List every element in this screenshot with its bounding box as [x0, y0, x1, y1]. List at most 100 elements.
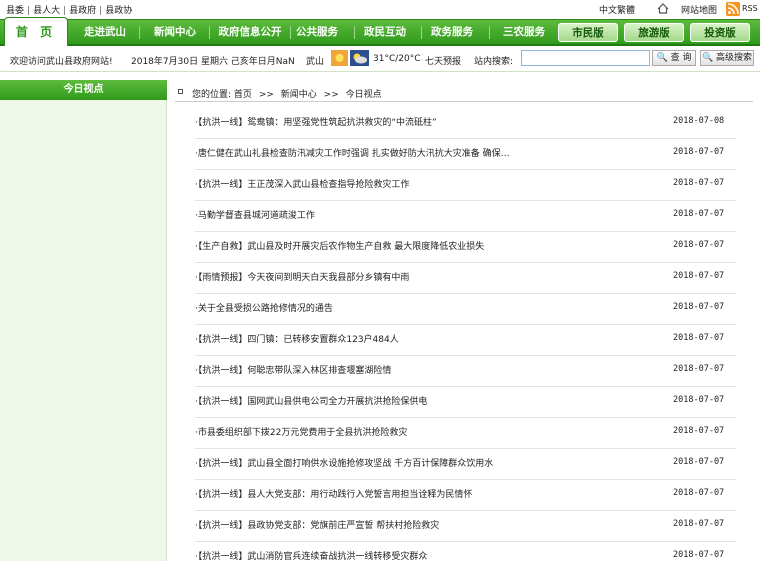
sidebar-title: 今日视点	[0, 80, 167, 100]
news-item: ·唐仁健在武山礼县检查防汛减灾工作时强调 扎实做好防大汛抗大灾准备 确保… 201…	[195, 139, 736, 170]
info-bar: 欢迎访问武山县政府网站! 2018年7月30日 星期六 己亥年日月NaN 武山 …	[0, 46, 760, 72]
nav-item-home[interactable]: 首 页	[4, 17, 68, 47]
nav-item-about-wushan[interactable]: 走进武山	[76, 20, 134, 45]
news-date: 2018-07-07	[673, 333, 725, 343]
news-date: 2018-07-07	[673, 488, 725, 498]
top-links: 县委 | 县人大 | 县政府 | 县政协	[6, 3, 132, 16]
nav-separator	[421, 26, 422, 39]
top-link-government[interactable]: 县政府	[69, 6, 96, 16]
news-item: ·【生产自救】武山县及时开展灾后农作物生产自救 最大限度降低农业损失 2018-0…	[195, 232, 736, 263]
nav-item-public-service[interactable]: 公共服务	[289, 20, 345, 45]
news-title-link[interactable]: ·【抗洪一线】武山县全面打响供水设施抢修攻坚战 千方百计保障群众饮用水	[195, 456, 665, 469]
sidebar: 今日视点	[0, 80, 167, 561]
breadcrumb-bullet-icon	[178, 89, 183, 94]
breadcrumb-separator: >>	[258, 90, 274, 100]
home-icon	[657, 3, 669, 14]
news-title-link[interactable]: ·【生产自救】武山县及时开展灾后农作物生产自救 最大限度降低农业损失	[195, 239, 665, 252]
news-date: 2018-07-07	[673, 302, 725, 312]
news-date: 2018-07-07	[673, 240, 725, 250]
news-date: 2018-07-07	[673, 364, 725, 374]
search-label: 站内搜索:	[474, 57, 514, 67]
separator: |	[63, 6, 67, 16]
news-title-link[interactable]: ·【抗洪一线】何聪忠带队深入林区排查堰塞湖险情	[195, 363, 665, 376]
news-item: ·【抗洪一线】鸳鸯镇：用坚强党性筑起抗洪救灾的“中流砥柱” 2018-07-08	[195, 108, 736, 139]
news-date: 2018-07-08	[673, 116, 725, 126]
breadcrumb-separator: >>	[323, 90, 339, 100]
news-item: ·【抗洪一线】四门镇：已转移安置群众123户484人 2018-07-07	[195, 325, 736, 356]
sitemap-link[interactable]: 网站地图	[681, 3, 717, 16]
language-switch-link[interactable]: 中文繁體	[599, 3, 635, 16]
news-item: ·市县委组织部下拨22万元党费用于全县抗洪抢险救灾 2018-07-07	[195, 418, 736, 449]
top-utility-bar: 县委 | 县人大 | 县政府 | 县政协 中文繁體 网站地图 RSS	[0, 0, 760, 19]
news-item: ·关于全县受损公路抢修情况的通告 2018-07-07	[195, 294, 736, 325]
news-item: ·【抗洪一线】国网武山县供电公司全力开展抗洪抢险保供电 2018-07-07	[195, 387, 736, 418]
news-date: 2018-07-07	[673, 519, 725, 529]
news-date: 2018-07-07	[673, 178, 725, 188]
news-item: ·【抗洪一线】武山县全面打响供水设施抢修攻坚战 千方百计保障群众饮用水 2018-…	[195, 449, 736, 480]
breadcrumb-item-home[interactable]: 首页	[234, 90, 252, 100]
nav-separator	[354, 26, 355, 39]
news-title-link[interactable]: ·【抗洪一线】县人大党支部：用行动践行入党誓言用担当诠释为民情怀	[195, 487, 665, 500]
nav-item-gov-service[interactable]: 政务服务	[424, 20, 480, 45]
news-title-link[interactable]: ·【抗洪一线】县政协党支部：党旗前庄严宣誓 帮扶村抢险救灾	[195, 518, 665, 531]
search-input[interactable]	[521, 50, 650, 66]
nav-separator	[489, 26, 490, 39]
breadcrumb-prefix: 您的位置:	[192, 90, 232, 100]
breadcrumb-item-current: 今日视点	[345, 90, 382, 100]
news-title-link[interactable]: ·【抗洪一线】武山消防官兵连续奋战抗洪一线转移受灾群众	[195, 549, 665, 561]
news-title-link[interactable]: ·唐仁健在武山礼县检查防汛减灾工作时强调 扎实做好防大汛抗大灾准备 确保…	[195, 146, 665, 159]
news-date: 2018-07-07	[673, 426, 725, 436]
rss-label[interactable]: RSS	[742, 4, 758, 13]
citizen-version-button[interactable]: 市民版	[558, 23, 618, 42]
nav-item-news-center[interactable]: 新闻中心	[146, 20, 204, 45]
news-date: 2018-07-07	[673, 209, 725, 219]
top-link-party-committee[interactable]: 县委	[6, 6, 24, 16]
news-title-link[interactable]: ·【抗洪一线】四门镇：已转移安置群众123户484人	[195, 332, 665, 345]
date-text: 2018年7月30日 星期六 己亥年日月NaN	[131, 57, 295, 67]
nav-item-gov-info[interactable]: 政府信息公开	[212, 20, 288, 45]
news-item: ·【抗洪一线】县政协党支部：党旗前庄严宣誓 帮扶村抢险救灾 2018-07-07	[195, 511, 736, 542]
news-date: 2018-07-07	[673, 271, 725, 281]
news-item: ·【抗洪一线】武山消防官兵连续奋战抗洪一线转移受灾群众 2018-07-07	[195, 542, 736, 561]
news-item: ·【抗洪一线】王正茂深入武山县检查指导抢险救灾工作 2018-07-07	[195, 170, 736, 201]
breadcrumb: 您的位置: 首页 >> 新闻中心 >> 今日视点	[175, 80, 753, 102]
news-title-link[interactable]: ·【抗洪一线】国网武山县供电公司全力开展抗洪抢险保供电	[195, 394, 665, 407]
temperature: 31°C/20°C	[373, 54, 421, 64]
news-item: ·【抗洪一线】何聪忠带队深入林区排查堰塞湖险情 2018-07-07	[195, 356, 736, 387]
nav-separator	[209, 26, 210, 39]
separator: |	[27, 6, 31, 16]
nav-item-interaction[interactable]: 政民互动	[357, 20, 413, 45]
news-title-link[interactable]: ·马勤学督查县城河道疏浚工作	[195, 208, 665, 221]
top-link-cppcc[interactable]: 县政协	[105, 6, 132, 16]
separator: |	[99, 6, 103, 16]
nav-separator	[139, 26, 140, 39]
main-nav: 首 页 走进武山 新闻中心 政府信息公开 公共服务 政民互动 政务服务 三农服务…	[0, 17, 760, 47]
news-item: ·马勤学督查县城河道疏浚工作 2018-07-07	[195, 201, 736, 232]
breadcrumb-text: 您的位置: 首页 >> 新闻中心 >> 今日视点	[192, 87, 382, 100]
news-title-link[interactable]: ·【抗洪一线】王正茂深入武山县检查指导抢险救灾工作	[195, 177, 665, 190]
news-list: ·【抗洪一线】鸳鸯镇：用坚强党性筑起抗洪救灾的“中流砥柱” 2018-07-08 …	[195, 108, 736, 561]
news-title-link[interactable]: ·关于全县受损公路抢修情况的通告	[195, 301, 665, 314]
search-button[interactable]: 🔍 查 询	[652, 50, 696, 66]
investment-version-button[interactable]: 投资版	[690, 23, 750, 42]
nav-item-agriculture[interactable]: 三农服务	[495, 20, 553, 45]
advanced-search-button[interactable]: 🔍 高级搜索	[700, 50, 754, 66]
news-title-link[interactable]: ·【抗洪一线】鸳鸯镇：用坚强党性筑起抗洪救灾的“中流砥柱”	[195, 115, 665, 128]
breadcrumb-item-news-center[interactable]: 新闻中心	[281, 90, 317, 100]
news-date: 2018-07-07	[673, 395, 725, 405]
news-date: 2018-07-07	[673, 457, 725, 467]
rss-icon[interactable]	[726, 2, 740, 16]
weather-city: 武山	[306, 57, 325, 67]
sun-cloud-weather-icon	[331, 50, 369, 66]
news-item: ·【抗洪一线】县人大党支部：用行动践行入党誓言用担当诠释为民情怀 2018-07-…	[195, 480, 736, 511]
news-item: ·【雨情预报】今天夜间到明天白天我县部分乡镇有中雨 2018-07-07	[195, 263, 736, 294]
news-date: 2018-07-07	[673, 147, 725, 157]
top-link-people-congress[interactable]: 县人大	[33, 6, 60, 16]
welcome-text: 欢迎访问武山县政府网站!	[10, 57, 113, 67]
tourism-version-button[interactable]: 旅游版	[624, 23, 684, 42]
news-title-link[interactable]: ·市县委组织部下拨22万元党费用于全县抗洪抢险救灾	[195, 425, 665, 438]
seven-day-forecast-link[interactable]: 七天预报	[425, 54, 461, 67]
main-content: 您的位置: 首页 >> 新闻中心 >> 今日视点 ·【抗洪一线】鸳鸯镇：用坚强党…	[175, 80, 755, 561]
news-title-link[interactable]: ·【雨情预报】今天夜间到明天白天我县部分乡镇有中雨	[195, 270, 665, 283]
news-date: 2018-07-07	[673, 550, 725, 560]
